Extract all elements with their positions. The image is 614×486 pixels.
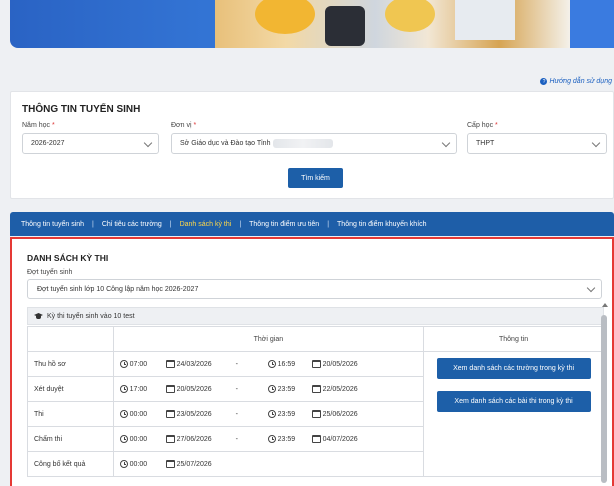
table-header-row: Thời gian Thông tin (27, 326, 604, 352)
tab-priority-points[interactable]: Thông tin điểm ưu tiên (249, 221, 319, 228)
calendar-icon (311, 360, 321, 368)
exam-group-title: Kỳ thi tuyển sinh vào 10 test (47, 312, 135, 320)
calendar-icon (165, 385, 175, 393)
scroll-up-arrow-icon[interactable] (602, 303, 608, 307)
tab-exam-list[interactable]: Danh sách kỳ thi (180, 221, 232, 228)
info-tabs: Thông tin tuyển sinh | Chỉ tiêu các trườ… (10, 212, 614, 236)
year-select-value: 2026-2027 (31, 140, 65, 147)
unit-select-value: Sở Giáo dục và Đào tạo Tỉnh (180, 140, 271, 147)
calendar-icon (311, 385, 321, 393)
round-select-value: Đợt tuyển sinh lớp 10 Công lập năm học 2… (37, 285, 199, 293)
clock-icon (267, 385, 276, 393)
scrollbar-thumb[interactable] (601, 315, 607, 483)
help-link[interactable]: ? Hướng dẫn sử dụng (540, 78, 612, 85)
stage-name: Xét duyệt (27, 376, 114, 402)
unit-select[interactable]: Sở Giáo dục và Đào tạo Tỉnh (171, 133, 457, 154)
clock-icon (267, 360, 276, 368)
year-label: Năm học * (22, 122, 55, 129)
stage-name: Thu hồ sơ (27, 351, 114, 377)
chevron-down-icon (586, 283, 596, 293)
stage-name: Chấm thi (27, 426, 114, 452)
chevron-down-icon (143, 138, 153, 148)
search-button[interactable]: Tìm kiếm (288, 168, 343, 188)
exam-list-title: DANH SÁCH KỲ THI (27, 253, 109, 263)
info-actions: Xem danh sách các trường trong kỳ thi Xe… (423, 351, 604, 477)
level-label: Cấp học * (467, 122, 498, 129)
question-icon: ? (540, 78, 548, 85)
help-link-label: Hướng dẫn sử dụng (549, 78, 612, 85)
tab-school-quotas[interactable]: Chỉ tiêu các trường (102, 221, 162, 228)
year-select[interactable]: 2026-2027 (22, 133, 159, 154)
table-row: Thu hồ sơ 07:00 24/03/2026 - 16:59 20/05… (27, 351, 604, 477)
search-card: THÔNG TIN TUYỂN SINH Năm học * 2026-2027… (10, 91, 614, 199)
time-column-header: Thời gian (112, 326, 425, 352)
tab-bonus-points[interactable]: Thông tin điểm khuyến khích (337, 221, 427, 228)
calendar-icon (165, 460, 175, 468)
clock-icon (119, 460, 128, 468)
clock-icon (267, 435, 276, 443)
level-select[interactable]: THPT (467, 133, 607, 154)
info-column-header: Thông tin (423, 326, 604, 352)
exam-schedule-table: Thời gian Thông tin Thu hồ sơ 07:00 24/0… (27, 326, 604, 477)
calendar-icon (165, 360, 175, 368)
level-select-value: THPT (476, 140, 495, 147)
calendar-icon (165, 410, 175, 418)
chevron-down-icon (441, 138, 451, 148)
scrollbar[interactable] (601, 303, 608, 486)
clock-icon (119, 410, 128, 418)
tab-admission-info[interactable]: Thông tin tuyển sinh (21, 221, 84, 228)
calendar-icon (165, 435, 175, 443)
round-select[interactable]: Đợt tuyển sinh lớp 10 Công lập năm học 2… (27, 279, 602, 299)
exam-list-panel: DANH SÁCH KỲ THI Đợt tuyển sinh Đợt tuyể… (10, 237, 614, 486)
view-exams-button[interactable]: Xem danh sách các bài thi trong kỳ thi (436, 391, 591, 412)
clock-icon (119, 435, 128, 443)
graduation-cap-icon (34, 313, 43, 319)
stage-name: Thi (27, 401, 114, 427)
exam-group-header[interactable]: Kỳ thi tuyển sinh vào 10 test (27, 307, 604, 325)
calendar-icon (311, 410, 321, 418)
chevron-down-icon (591, 138, 601, 148)
header-banner (10, 0, 614, 48)
unit-label: Đơn vị * (171, 122, 197, 129)
stage-name: Công bố kết quả (27, 451, 114, 477)
redacted-region (273, 139, 334, 148)
round-label: Đợt tuyển sinh (27, 269, 73, 276)
clock-icon (119, 360, 128, 368)
clock-icon (119, 385, 128, 393)
view-schools-button[interactable]: Xem danh sách các trường trong kỳ thi (436, 358, 591, 379)
clock-icon (267, 410, 276, 418)
banner-image (215, 0, 570, 48)
calendar-icon (311, 435, 321, 443)
search-title: THÔNG TIN TUYỂN SINH (22, 104, 141, 115)
